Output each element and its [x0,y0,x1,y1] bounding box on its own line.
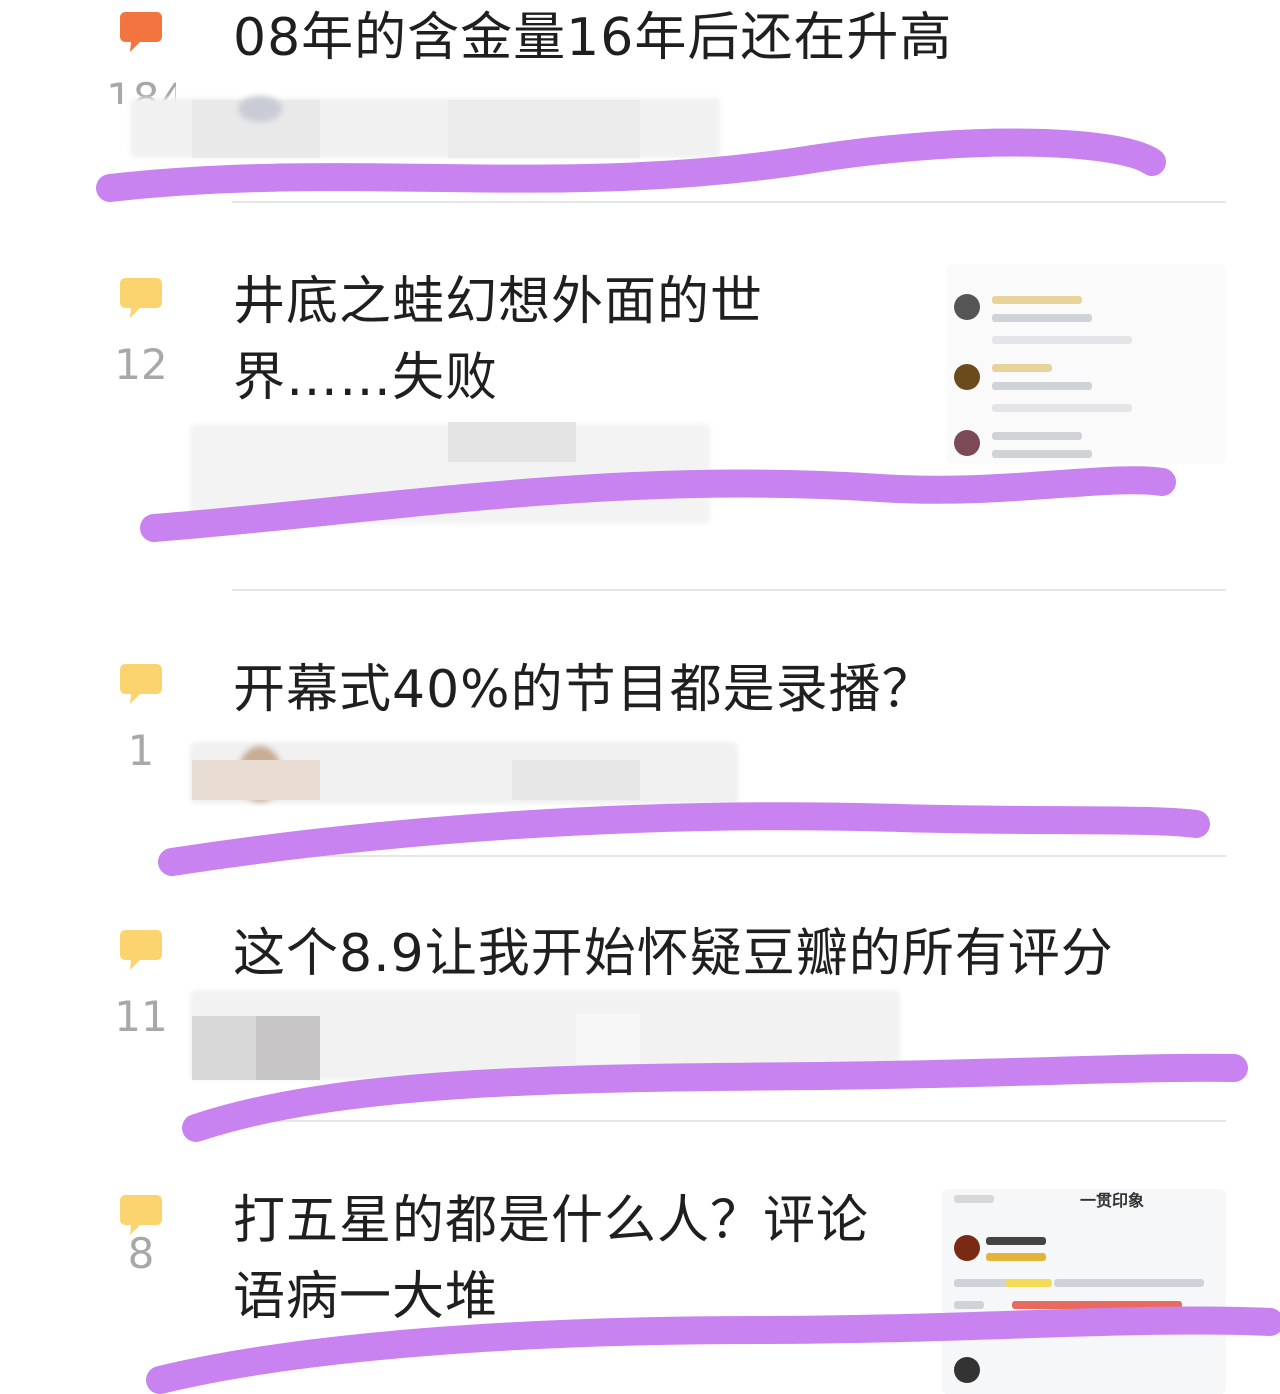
thumbnail-comments[interactable] [946,264,1226,464]
topic-row[interactable]: 12 井底之蛙幻想外面的世界……失败 [0,202,1280,588]
thumb-line [992,336,1132,344]
topic-title[interactable]: 开幕式40%的节目都是录播？ [233,652,935,728]
topic-row[interactable]: 184 08年的含金量16年后还在升高 [0,0,1280,200]
blurred-avatar [238,96,282,122]
blurred-author-cell [192,1016,256,1080]
speech-bubble-icon [120,278,162,318]
thumb-line [992,450,1092,458]
thumb-line [954,1301,984,1309]
thumb-avatar [954,1235,980,1261]
thumb-line [992,364,1052,372]
reply-count: 11 [114,992,168,1041]
thumb-avatar [954,430,980,456]
speech-bubble-icon [120,12,162,52]
reply-count: 8 [127,1229,155,1278]
thumb-line [954,1279,1014,1287]
thumb-line [1054,1279,1204,1287]
thumb-line [954,1195,994,1203]
topic-title[interactable]: 08年的含金量16年后还在升高 [233,0,952,76]
thumb-avatar [954,294,980,320]
thumb-line [992,296,1082,304]
blurred-author-cell [256,1016,320,1080]
topic-row[interactable]: 11 这个8.9让我开始怀疑豆瓣的所有评分 [0,856,1280,1120]
bubble-shape [120,664,162,704]
speech-bubble-icon [120,664,162,704]
topic-title[interactable]: 井底之蛙幻想外面的世界……失败 [233,264,853,416]
thumb-line [992,382,1092,390]
thumb-avatar [954,364,980,390]
topic-row[interactable]: 1 开幕式40%的节目都是录播？ [0,590,1280,856]
topic-row[interactable]: 8 打五星的都是什么人？评论语病一大堆 一贯印象 [0,1121,1280,1394]
blurred-author-cell [448,422,576,462]
blurred-author-cell [192,760,320,800]
thumbnail-review[interactable]: 一贯印象 [942,1189,1226,1394]
bubble-shape [120,930,162,970]
thumb-header: 一贯印象 [1080,1191,1145,1210]
topic-title[interactable]: 打五星的都是什么人？评论语病一大堆 [233,1183,913,1335]
thumb-line [986,1253,1046,1261]
thumb-line [986,1237,1046,1245]
thumb-line [992,404,1132,412]
blurred-author-cell [512,760,640,800]
reply-count: 1 [127,726,155,775]
thumb-line [992,314,1092,322]
blurred-author-cell [576,1014,640,1064]
topic-title[interactable]: 这个8.9让我开始怀疑豆瓣的所有评分 [233,916,1114,992]
blurred-author-cell [448,100,640,158]
thumb-line [992,432,1082,440]
bubble-shape [120,278,162,318]
thumb-avatar [954,1357,980,1383]
thumb-line [1006,1279,1052,1287]
speech-bubble-icon [120,930,162,970]
reply-count: 12 [114,340,168,389]
thumb-line [1012,1301,1182,1309]
bubble-shape [120,12,162,52]
